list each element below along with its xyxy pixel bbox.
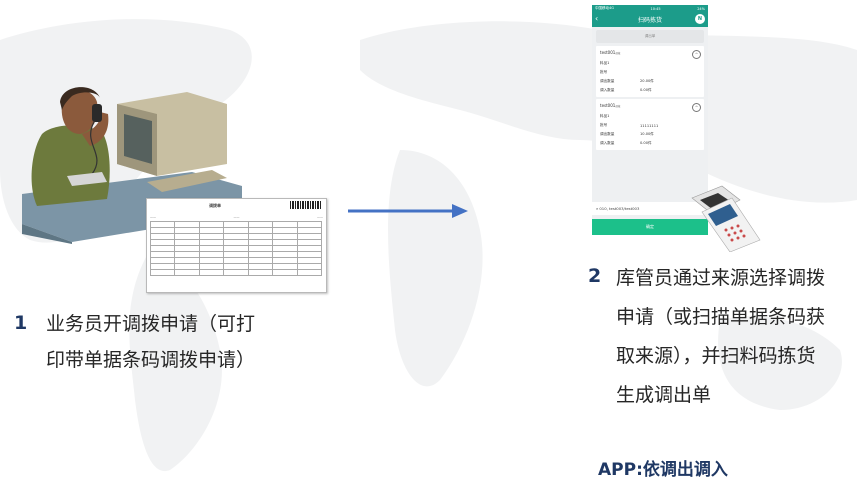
collapse-icon[interactable]: ^ (692, 50, 701, 59)
barcode-icon (290, 201, 322, 209)
step-2-description: 库管员通过来源选择调拨 申请（或扫描单据条码获 取来源），并扫料码拣货 生成调出… (616, 259, 848, 415)
document-title: 调拨单 (209, 203, 221, 208)
card-row: 调出数量 20.00件 (600, 79, 654, 83)
app-logo-icon: N (695, 14, 705, 24)
transfer-request-document: 调拨单 —— —— —— (146, 198, 327, 293)
card-code: test001调拨 (600, 103, 621, 108)
card-code: test001调拨 (600, 50, 621, 55)
card-row: 调出数量 10.00件 (600, 132, 654, 136)
scan-value: 010, test003/test003 (599, 206, 640, 211)
document-meta: —— —— —— (150, 215, 323, 219)
step-1-description: 业务员开调拨申请（可打 印带单据条码调拨申请） (46, 306, 286, 378)
step-2-line: 生成调出单 (616, 384, 712, 406)
right-arrow-icon (348, 204, 468, 218)
card-row: 调入数量 0.00件 (600, 141, 652, 145)
search-icon: ⌕ (596, 206, 599, 211)
collapse-icon[interactable]: ^ (692, 103, 701, 112)
card-row: 料品1 (600, 61, 610, 65)
step-2-line: 申请（或扫描单据条码获 (616, 306, 826, 328)
card-row: 调入数量 0.00件 (600, 88, 652, 92)
step-1-line: 印带单据条码调拨申请） (46, 349, 256, 371)
handheld-scanner-illustration (691, 185, 761, 252)
step-2-number: 2 (588, 265, 602, 287)
step-2-line: 取来源），并扫料码拣货 (616, 345, 816, 367)
card-row: 批号 (600, 70, 608, 74)
app-label: APP:依调出调入 (598, 460, 728, 480)
step-1-line: 业务员开调拨申请（可打 (46, 313, 256, 335)
step-1-number: 1 (14, 312, 28, 334)
screen-title: 扫码拣货 (637, 17, 662, 24)
status-bar: 中国移动4G 10:45 24% (592, 5, 708, 12)
source-selector[interactable]: 调出单 (596, 30, 704, 43)
step-2-line: 库管员通过来源选择调拨 (616, 267, 826, 289)
card-row: 批号 11111111 (600, 123, 659, 128)
app-navbar: ‹ 扫码拣货 N (592, 12, 708, 27)
picking-card[interactable]: test001调拨 ^ 料品1 批号 调出数量 20.00件 调入数量 0.00件 (596, 46, 704, 97)
battery-label: 24% (697, 6, 705, 11)
status-time: 10:45 (650, 6, 661, 11)
picking-card[interactable]: test001调拨 ^ 料品1 批号 11111111 调出数量 10.00件 调入… (596, 99, 704, 150)
carrier-label: 中国移动4G (595, 6, 614, 10)
document-table (149, 221, 323, 276)
card-row: 料品1 (600, 114, 610, 118)
